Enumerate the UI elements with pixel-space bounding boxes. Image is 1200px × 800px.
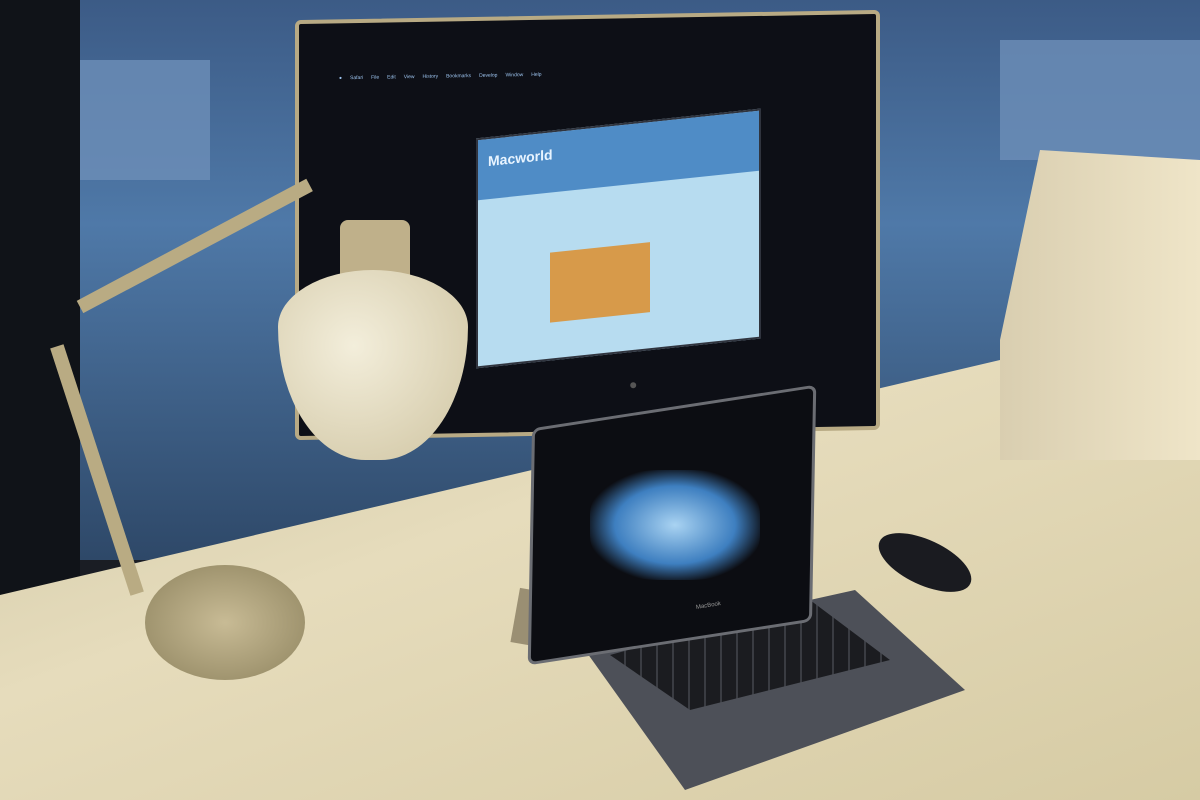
menu-item: Help <box>531 71 542 78</box>
menu-item: Bookmarks <box>446 73 472 80</box>
apple-menu-icon: ● <box>339 75 343 82</box>
menu-item: Window <box>505 72 524 79</box>
site-header: Macworld <box>478 110 759 201</box>
menu-bar: ● Safari File Edit View History Bookmark… <box>339 72 542 82</box>
laptop-wallpaper <box>590 470 760 580</box>
building <box>1000 40 1200 160</box>
menu-item: Edit <box>387 74 396 81</box>
menu-item: Safari <box>350 74 364 82</box>
menu-item: View <box>403 74 415 81</box>
menu-item: History <box>422 73 439 80</box>
article-image <box>550 242 650 323</box>
browser-window: Macworld <box>476 108 761 369</box>
window-frame <box>0 0 80 600</box>
menu-item: File <box>371 74 380 81</box>
apple-logo-icon: ● <box>629 376 638 393</box>
site-logo: Macworld <box>488 146 553 170</box>
lamp-base <box>145 565 305 680</box>
menu-item: Develop <box>479 72 498 79</box>
